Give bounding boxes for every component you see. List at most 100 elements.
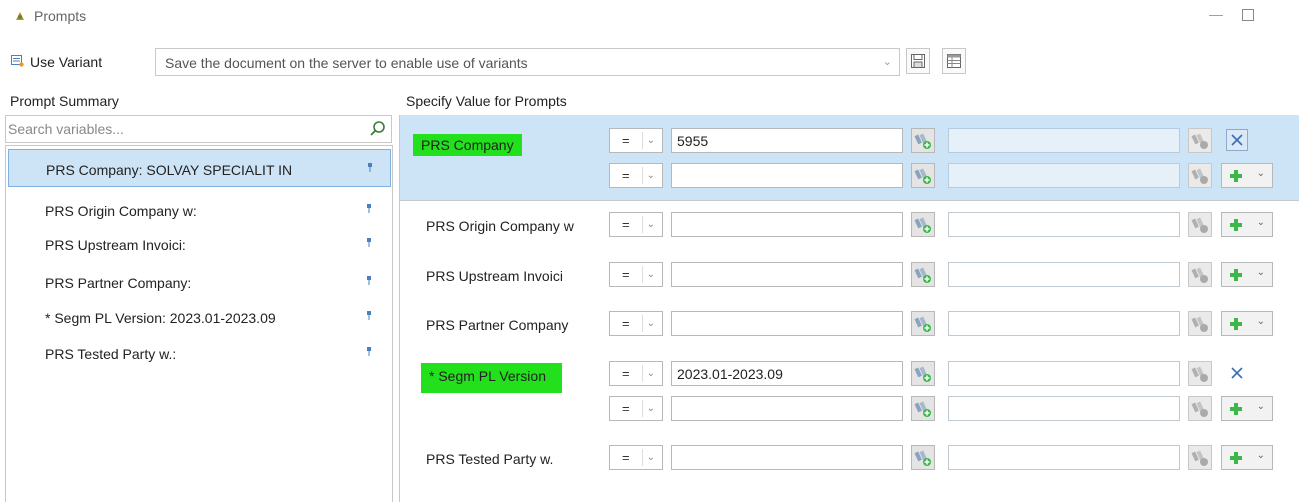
value-help-button[interactable] bbox=[911, 163, 935, 188]
value-range-input[interactable] bbox=[948, 361, 1180, 386]
maximize-button[interactable] bbox=[1242, 9, 1254, 21]
remove-value-button[interactable] bbox=[1226, 362, 1248, 384]
value-input[interactable] bbox=[671, 311, 903, 336]
value-help-icon bbox=[1191, 217, 1208, 233]
value-help-button[interactable] bbox=[911, 445, 935, 470]
value-help-button[interactable] bbox=[911, 361, 935, 386]
value-range-input[interactable] bbox=[948, 445, 1180, 470]
value-range-input[interactable] bbox=[948, 262, 1180, 287]
use-variant-label: Use Variant bbox=[30, 54, 103, 70]
value-range-input[interactable] bbox=[948, 212, 1180, 237]
value-help-button[interactable] bbox=[1188, 212, 1212, 237]
value-help-button[interactable] bbox=[1188, 128, 1212, 153]
specify-value-header: Specify Value for Prompts bbox=[406, 93, 567, 109]
value-help-icon bbox=[914, 401, 931, 417]
add-value-button[interactable]: ⌄ bbox=[1221, 445, 1273, 470]
operator-select[interactable]: = ⌄ bbox=[609, 262, 663, 287]
list-item[interactable]: * Segm PL Version: 2023.01-2023.09 bbox=[8, 298, 391, 336]
value-range-input[interactable] bbox=[948, 396, 1180, 421]
prompt-label-prs-origin-company: PRS Origin Company w bbox=[426, 218, 574, 234]
value-help-button[interactable] bbox=[911, 212, 935, 237]
search-input[interactable] bbox=[6, 116, 356, 142]
add-value-button[interactable]: ⌄ bbox=[1221, 212, 1273, 237]
operator-select[interactable]: = ⌄ bbox=[609, 128, 663, 153]
chevron-down-icon: ⌄ bbox=[641, 132, 655, 149]
list-item[interactable]: PRS Company: SOLVAY SPECIALIT IN bbox=[8, 149, 391, 187]
value-input[interactable]: 5955 bbox=[671, 128, 903, 153]
search-icon[interactable] bbox=[369, 120, 387, 138]
value-help-button[interactable] bbox=[1188, 396, 1212, 421]
operator-select[interactable]: = ⌄ bbox=[609, 361, 663, 386]
minimize-button[interactable]: — bbox=[1204, 6, 1228, 26]
plus-icon bbox=[1230, 452, 1242, 464]
value-help-icon bbox=[1191, 267, 1208, 283]
value-range-input[interactable] bbox=[948, 311, 1180, 336]
plus-icon bbox=[1230, 403, 1242, 415]
list-item[interactable]: PRS Upstream Invoici: bbox=[8, 225, 391, 263]
pin-icon bbox=[367, 347, 371, 356]
list-item[interactable]: PRS Tested Party w.: bbox=[8, 334, 391, 372]
value-input[interactable] bbox=[671, 262, 903, 287]
value-text: 2023.01-2023.09 bbox=[677, 366, 783, 382]
value-help-icon bbox=[914, 168, 931, 184]
value-help-icon bbox=[1191, 316, 1208, 332]
close-icon bbox=[1231, 134, 1243, 146]
search-box bbox=[5, 115, 392, 143]
value-help-button[interactable] bbox=[911, 128, 935, 153]
variant-select[interactable]: Save the document on the server to enabl… bbox=[155, 48, 900, 76]
value-help-icon bbox=[914, 316, 931, 332]
variant-row: Use Variant Save the document on the ser… bbox=[0, 44, 1299, 78]
value-help-button[interactable] bbox=[1188, 445, 1212, 470]
value-help-icon bbox=[1191, 401, 1208, 417]
variant-icon bbox=[11, 55, 24, 67]
prompt-label-prs-tested-party: PRS Tested Party w. bbox=[426, 451, 554, 467]
prompt-label-prs-company: PRS Company bbox=[413, 134, 522, 156]
prompt-summary-header: Prompt Summary bbox=[10, 93, 119, 109]
operator-value: = bbox=[622, 366, 630, 381]
list-item-label: PRS Company: SOLVAY SPECIALIT IN bbox=[46, 162, 293, 178]
operator-value: = bbox=[622, 316, 630, 331]
value-input[interactable] bbox=[671, 396, 903, 421]
operator-select[interactable]: = ⌄ bbox=[609, 163, 663, 188]
remove-value-button[interactable] bbox=[1226, 129, 1248, 151]
value-help-button[interactable] bbox=[1188, 163, 1212, 188]
value-input[interactable] bbox=[671, 163, 903, 188]
add-value-button[interactable]: ⌄ bbox=[1221, 163, 1273, 188]
chevron-down-icon: ⌄ bbox=[1256, 450, 1265, 461]
value-input[interactable]: 2023.01-2023.09 bbox=[671, 361, 903, 386]
operator-select[interactable]: = ⌄ bbox=[609, 212, 663, 237]
value-help-icon bbox=[1191, 450, 1208, 466]
list-item[interactable]: PRS Origin Company w: bbox=[8, 191, 391, 229]
chevron-down-icon: ⌄ bbox=[641, 266, 655, 283]
list-item-label: PRS Partner Company: bbox=[45, 275, 192, 291]
value-input[interactable] bbox=[671, 445, 903, 470]
value-help-button[interactable] bbox=[911, 262, 935, 287]
value-help-icon bbox=[914, 133, 931, 149]
value-help-button[interactable] bbox=[1188, 311, 1212, 336]
title-bar: Prompts — bbox=[0, 0, 1299, 36]
operator-select[interactable]: = ⌄ bbox=[609, 396, 663, 421]
value-range-input[interactable] bbox=[948, 128, 1180, 153]
variant-select-text: Save the document on the server to enabl… bbox=[165, 55, 528, 71]
value-help-button[interactable] bbox=[1188, 361, 1212, 386]
value-help-button[interactable] bbox=[911, 396, 935, 421]
operator-select[interactable]: = ⌄ bbox=[609, 445, 663, 470]
list-item[interactable]: PRS Partner Company: bbox=[8, 263, 391, 301]
operator-value: = bbox=[622, 450, 630, 465]
value-input[interactable] bbox=[671, 212, 903, 237]
operator-select[interactable]: = ⌄ bbox=[609, 311, 663, 336]
add-value-button[interactable]: ⌄ bbox=[1221, 262, 1273, 287]
chevron-down-icon: ⌄ bbox=[641, 315, 655, 332]
manage-variants-button[interactable] bbox=[942, 48, 966, 74]
list-item-label: PRS Upstream Invoici: bbox=[45, 237, 186, 253]
value-range-input[interactable] bbox=[948, 163, 1180, 188]
value-text: 5955 bbox=[677, 133, 709, 149]
add-value-button[interactable]: ⌄ bbox=[1221, 311, 1273, 336]
window-title: Prompts bbox=[34, 8, 87, 24]
operator-value: = bbox=[622, 217, 630, 232]
value-help-button[interactable] bbox=[1188, 262, 1212, 287]
value-help-icon bbox=[914, 366, 931, 382]
value-help-button[interactable] bbox=[911, 311, 935, 336]
add-value-button[interactable]: ⌄ bbox=[1221, 396, 1273, 421]
save-variant-button[interactable] bbox=[906, 48, 930, 74]
